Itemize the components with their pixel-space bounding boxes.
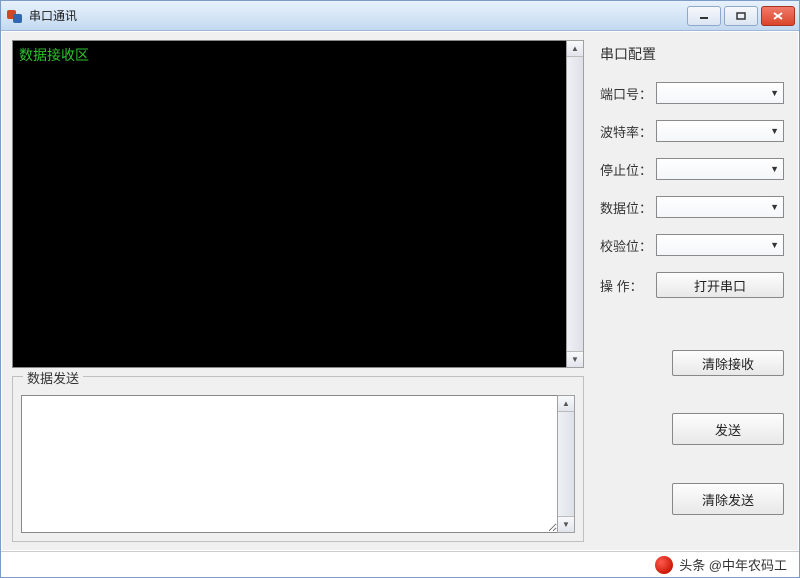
databits-combobox[interactable]: ▼ (656, 196, 784, 218)
maximize-icon (736, 12, 746, 20)
send-group-title: 数据发送 (23, 368, 83, 387)
databits-label: 数据位： (600, 198, 656, 217)
window-title: 串口通讯 (29, 7, 77, 24)
send-buttons-panel: 发送 清除发送 (590, 376, 788, 542)
minimize-icon (699, 12, 709, 20)
baud-row: 波特率： ▼ (600, 120, 784, 142)
parity-combobox[interactable]: ▼ (656, 234, 784, 256)
minimize-button[interactable] (687, 6, 721, 26)
receive-textbox[interactable]: 数据接收区 (12, 40, 566, 368)
open-port-button[interactable]: 打开串口 (656, 272, 784, 298)
receive-area: 数据接收区 ▲ ▼ (12, 40, 584, 368)
close-icon (773, 12, 783, 20)
serial-config-panel: 串口配置 端口号： ▼ 波特率： ▼ 停止位： ▼ (590, 40, 788, 368)
receive-scrollbar[interactable]: ▲ ▼ (566, 40, 584, 368)
footer: 头条 @中年农码工 (1, 551, 799, 577)
parity-label: 校验位： (600, 236, 656, 255)
send-group: 数据发送 ▲ ▼ (12, 376, 584, 542)
stopbits-row: 停止位： ▼ (600, 158, 784, 180)
stopbits-label: 停止位： (600, 160, 656, 179)
databits-row: 数据位： ▼ (600, 196, 784, 218)
parity-row: 校验位： ▼ (600, 234, 784, 256)
stopbits-combobox[interactable]: ▼ (656, 158, 784, 180)
close-button[interactable] (761, 6, 795, 26)
clear-send-button[interactable]: 清除发送 (672, 483, 784, 515)
app-window: 串口通讯 数据接收区 ▲ ▼ 串口配置 端口号： ▼ (0, 0, 800, 578)
attribution-text: 头条 @中年农码工 (679, 555, 787, 574)
chevron-down-icon: ▼ (770, 240, 779, 250)
send-scrollbar[interactable]: ▲ ▼ (557, 395, 575, 533)
baud-label: 波特率： (600, 122, 656, 141)
clear-receive-button[interactable]: 清除接收 (672, 350, 784, 376)
maximize-button[interactable] (724, 6, 758, 26)
operation-row: 操 作： 打开串口 (600, 272, 784, 298)
chevron-down-icon: ▼ (770, 88, 779, 98)
send-button[interactable]: 发送 (672, 413, 784, 445)
client-area: 数据接收区 ▲ ▼ 串口配置 端口号： ▼ 波特率： ▼ (1, 31, 799, 551)
port-row: 端口号： ▼ (600, 82, 784, 104)
titlebar[interactable]: 串口通讯 (1, 1, 799, 31)
scroll-up-icon[interactable]: ▲ (558, 396, 574, 412)
send-textbox[interactable] (21, 395, 557, 533)
brand-icon (655, 556, 673, 574)
chevron-down-icon: ▼ (770, 202, 779, 212)
scroll-up-icon[interactable]: ▲ (567, 41, 583, 57)
operation-label: 操 作： (600, 276, 656, 295)
app-icon (7, 8, 23, 24)
baud-combobox[interactable]: ▼ (656, 120, 784, 142)
chevron-down-icon: ▼ (770, 164, 779, 174)
scroll-down-icon[interactable]: ▼ (567, 351, 583, 367)
config-header: 串口配置 (600, 44, 784, 64)
port-combobox[interactable]: ▼ (656, 82, 784, 104)
chevron-down-icon: ▼ (770, 126, 779, 136)
scroll-down-icon[interactable]: ▼ (558, 516, 574, 532)
port-label: 端口号： (600, 84, 656, 103)
